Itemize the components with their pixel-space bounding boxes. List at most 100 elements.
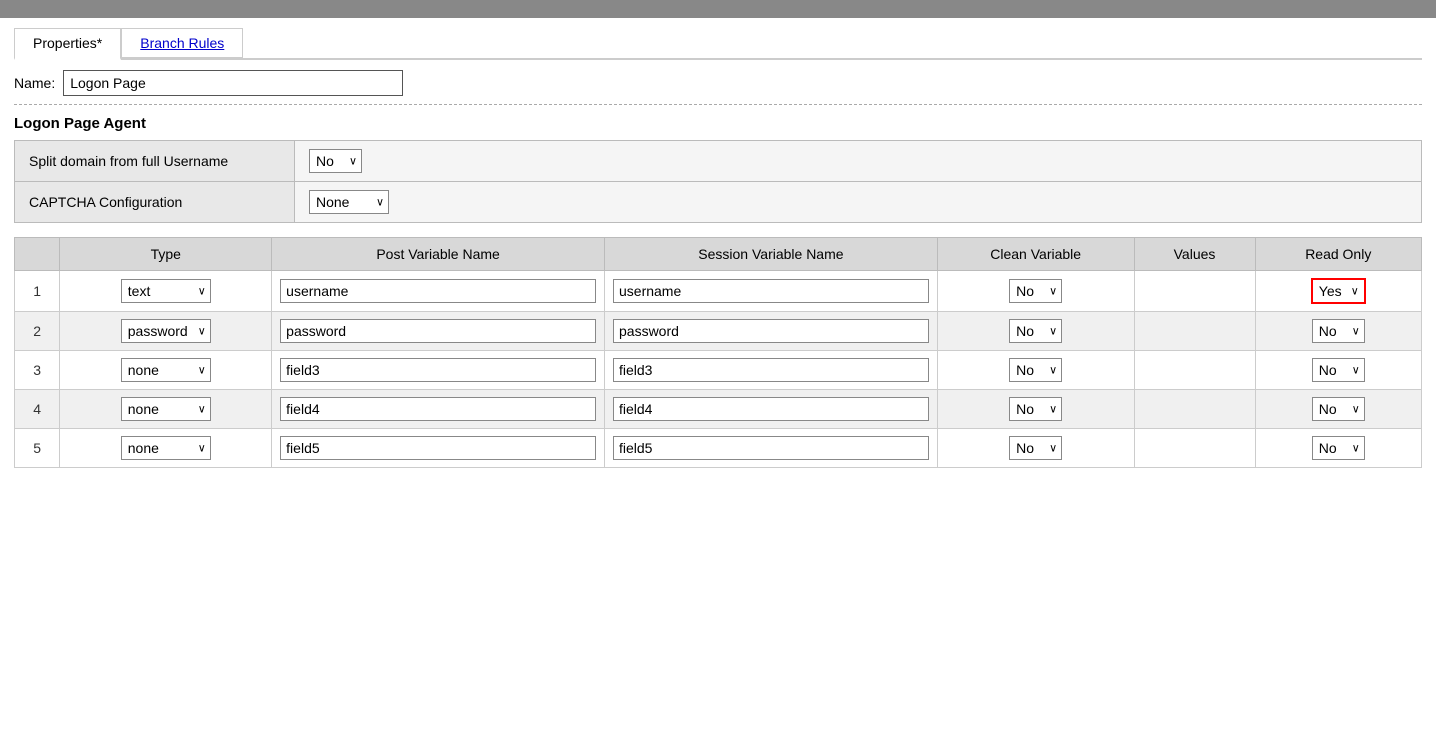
session-var-input[interactable] <box>613 358 929 382</box>
table-row: 4 textpasswordnone NoYes NoYes <box>15 390 1422 429</box>
cell-type: textpasswordnone <box>60 312 272 351</box>
col-header-post: Post Variable Name <box>272 238 605 271</box>
clean-select[interactable]: NoYes <box>1009 319 1062 343</box>
type-select-wrapper: textpasswordnone <box>121 319 211 343</box>
col-header-clean: Clean Variable <box>937 238 1134 271</box>
col-header-num <box>15 238 60 271</box>
cell-post-var <box>272 312 605 351</box>
clean-select[interactable]: NoYes <box>1009 436 1062 460</box>
data-table-header: Type Post Variable Name Session Variable… <box>15 238 1422 271</box>
session-var-input[interactable] <box>613 397 929 421</box>
post-var-input[interactable] <box>280 279 596 303</box>
clean-select[interactable]: NoYes <box>1009 358 1062 382</box>
name-label: Name: <box>14 75 55 91</box>
table-row: 1 textpasswordnone NoYes YesNo <box>15 271 1422 312</box>
read-only-wrapper: YesNo <box>1311 278 1366 304</box>
divider <box>14 104 1422 105</box>
captcha-select[interactable]: None Option1 <box>309 190 389 214</box>
table-row: 3textpasswordnoneNoYesNoYes <box>15 351 1422 390</box>
row-number: 4 <box>15 390 60 429</box>
read-only-wrapper: NoYes <box>1312 358 1365 382</box>
post-var-input[interactable] <box>280 436 596 460</box>
read-only-wrapper: NoYes <box>1312 319 1365 343</box>
cell-read-only: NoYes <box>1255 390 1421 429</box>
agent-settings-table: Split domain from full Username No Yes C… <box>14 140 1422 223</box>
section-title: Logon Page Agent <box>14 115 1422 132</box>
cell-clean-var: NoYes <box>937 351 1134 390</box>
cell-session-var <box>605 312 938 351</box>
cell-post-var <box>272 429 605 468</box>
cell-values <box>1134 429 1255 468</box>
row-number: 2 <box>15 312 60 351</box>
type-select[interactable]: textpasswordnone <box>121 397 211 421</box>
read-only-select[interactable]: NoYes <box>1312 358 1365 382</box>
name-row: Name: <box>14 70 1422 96</box>
cell-type: textpasswordnone <box>60 271 272 312</box>
cell-values <box>1134 351 1255 390</box>
type-select-wrapper: textpasswordnone <box>121 397 211 421</box>
cell-values <box>1134 390 1255 429</box>
read-only-select[interactable]: NoYes <box>1312 319 1365 343</box>
type-select-wrapper: textpasswordnone <box>121 279 211 303</box>
cell-read-only: NoYes <box>1255 429 1421 468</box>
main-container: Properties* Branch Rules Name: Logon Pag… <box>0 18 1436 478</box>
tab-branch-rules[interactable]: Branch Rules <box>121 28 243 58</box>
col-header-values: Values <box>1134 238 1255 271</box>
cell-session-var <box>605 271 938 312</box>
cell-type: textpasswordnone <box>60 390 272 429</box>
type-select-wrapper: textpasswordnone <box>121 358 211 382</box>
name-input[interactable] <box>63 70 403 96</box>
agent-setting-row-2: CAPTCHA Configuration None Option1 <box>15 182 1422 223</box>
type-select-wrapper: textpasswordnone <box>121 436 211 460</box>
cell-post-var <box>272 351 605 390</box>
col-header-type: Type <box>60 238 272 271</box>
cell-read-only: NoYes <box>1255 351 1421 390</box>
tab-bar: Properties* Branch Rules <box>14 28 1422 60</box>
cell-session-var <box>605 390 938 429</box>
clean-select[interactable]: NoYes <box>1009 279 1062 303</box>
session-var-input[interactable] <box>613 436 929 460</box>
agent-setting-control-1: No Yes <box>295 141 1422 182</box>
cell-clean-var: NoYes <box>937 312 1134 351</box>
cell-values <box>1134 312 1255 351</box>
captcha-wrapper: None Option1 <box>309 190 389 214</box>
cell-values <box>1134 271 1255 312</box>
type-select[interactable]: textpasswordnone <box>121 436 211 460</box>
read-only-select[interactable]: NoYes <box>1312 436 1365 460</box>
session-var-input[interactable] <box>613 319 929 343</box>
data-table: Type Post Variable Name Session Variable… <box>14 237 1422 468</box>
cell-session-var <box>605 351 938 390</box>
table-row: 2 textpasswordnone NoYes NoYes <box>15 312 1422 351</box>
post-var-input[interactable] <box>280 319 596 343</box>
row-number: 1 <box>15 271 60 312</box>
clean-select-wrapper: NoYes <box>1009 358 1062 382</box>
clean-select-wrapper: NoYes <box>1009 279 1062 303</box>
type-select[interactable]: textpasswordnone <box>121 319 211 343</box>
cell-clean-var: NoYes <box>937 429 1134 468</box>
post-var-input[interactable] <box>280 397 596 421</box>
clean-select-wrapper: NoYes <box>1009 436 1062 460</box>
session-var-input[interactable] <box>613 279 929 303</box>
cell-type: textpasswordnone <box>60 351 272 390</box>
split-domain-select[interactable]: No Yes <box>309 149 362 173</box>
read-only-wrapper: NoYes <box>1312 397 1365 421</box>
col-header-readonly: Read Only <box>1255 238 1421 271</box>
split-domain-wrapper: No Yes <box>309 149 362 173</box>
read-only-select[interactable]: YesNo <box>1313 280 1364 302</box>
tab-properties[interactable]: Properties* <box>14 28 121 60</box>
read-only-select[interactable]: NoYes <box>1312 397 1365 421</box>
type-select[interactable]: textpasswordnone <box>121 358 211 382</box>
cell-post-var <box>272 271 605 312</box>
cell-type: textpasswordnone <box>60 429 272 468</box>
clean-select[interactable]: NoYes <box>1009 397 1062 421</box>
cell-post-var <box>272 390 605 429</box>
cell-clean-var: NoYes <box>937 271 1134 312</box>
type-select[interactable]: textpasswordnone <box>121 279 211 303</box>
col-header-session: Session Variable Name <box>605 238 938 271</box>
cell-read-only: NoYes <box>1255 312 1421 351</box>
agent-setting-row-1: Split domain from full Username No Yes <box>15 141 1422 182</box>
clean-select-wrapper: NoYes <box>1009 319 1062 343</box>
table-row: 5textpasswordnoneNoYesNoYes <box>15 429 1422 468</box>
post-var-input[interactable] <box>280 358 596 382</box>
agent-setting-label-1: Split domain from full Username <box>15 141 295 182</box>
